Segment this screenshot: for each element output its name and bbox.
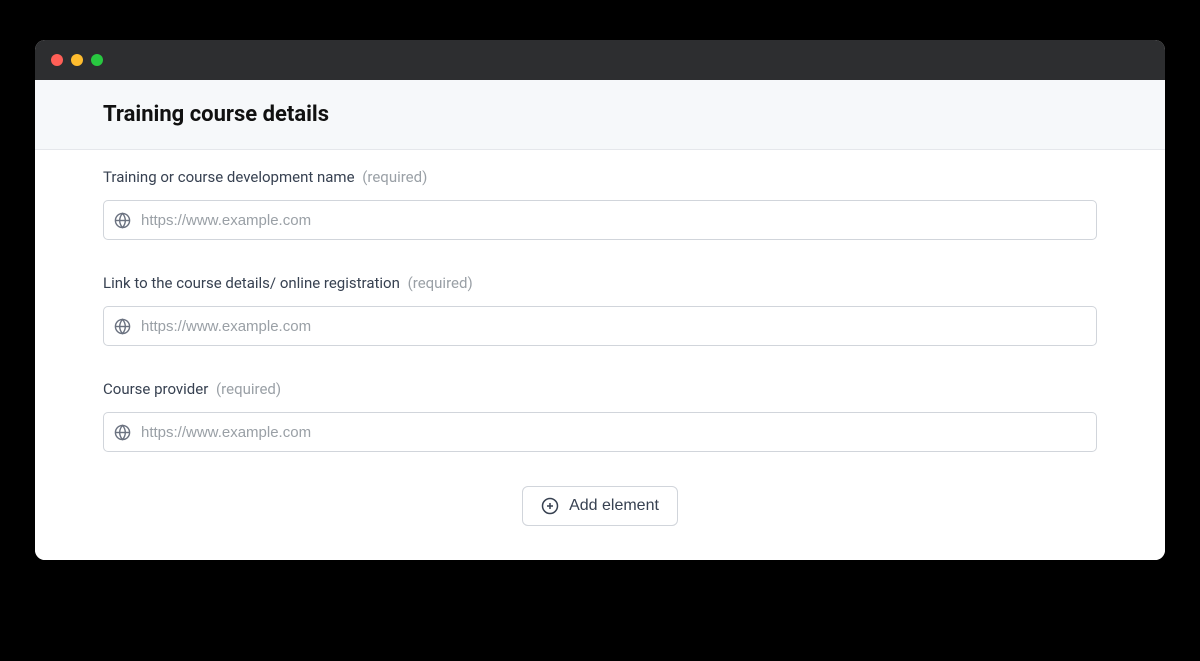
maximize-icon[interactable] — [91, 54, 103, 66]
label-text: Course provider — [103, 380, 208, 398]
add-button-row: Add element — [103, 486, 1097, 526]
field-label: Link to the course details/ online regis… — [103, 274, 1097, 292]
globe-icon — [114, 424, 131, 441]
input-wrapper[interactable] — [103, 200, 1097, 240]
window: Training course details Training or cour… — [35, 40, 1165, 560]
plus-circle-icon — [541, 497, 559, 515]
course-provider-input[interactable] — [141, 424, 1086, 441]
titlebar — [35, 40, 1165, 80]
required-indicator: (required) — [216, 380, 281, 398]
field-course-name: Training or course development name (req… — [103, 168, 1097, 240]
label-text: Training or course development name — [103, 168, 355, 186]
field-label: Training or course development name (req… — [103, 168, 1097, 186]
field-course-provider: Course provider (required) — [103, 380, 1097, 452]
add-button-label: Add element — [569, 497, 659, 515]
required-indicator: (required) — [408, 274, 473, 292]
course-link-input[interactable] — [141, 318, 1086, 335]
input-wrapper[interactable] — [103, 412, 1097, 452]
close-icon[interactable] — [51, 54, 63, 66]
minimize-icon[interactable] — [71, 54, 83, 66]
input-wrapper[interactable] — [103, 306, 1097, 346]
form-body: Training or course development name (req… — [35, 150, 1165, 560]
field-course-link: Link to the course details/ online regis… — [103, 274, 1097, 346]
globe-icon — [114, 318, 131, 335]
label-text: Link to the course details/ online regis… — [103, 274, 400, 292]
page-title: Training course details — [103, 102, 1097, 127]
course-name-input[interactable] — [141, 212, 1086, 229]
required-indicator: (required) — [362, 168, 427, 186]
field-label: Course provider (required) — [103, 380, 1097, 398]
globe-icon — [114, 212, 131, 229]
page-header: Training course details — [35, 80, 1165, 150]
add-element-button[interactable]: Add element — [522, 486, 678, 526]
